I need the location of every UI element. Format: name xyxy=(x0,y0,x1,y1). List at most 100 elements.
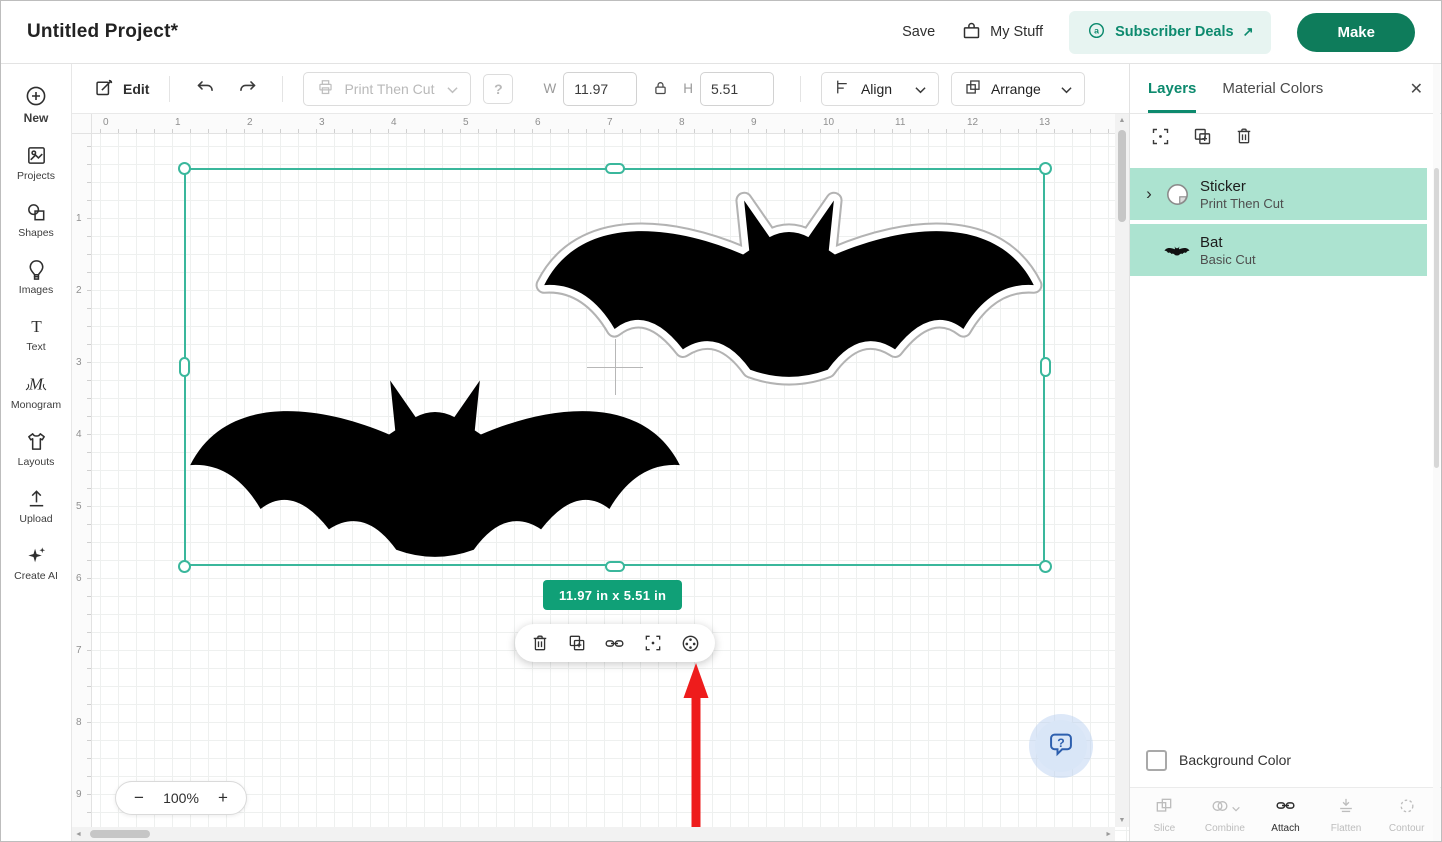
background-color-checkbox[interactable] xyxy=(1146,750,1167,771)
resize-handle-left-mid[interactable] xyxy=(179,357,190,377)
resize-handle-top-left[interactable] xyxy=(178,162,191,175)
zoom-out-button[interactable]: − xyxy=(130,788,148,808)
contour-icon xyxy=(1397,796,1417,821)
sidebar-item-shapes[interactable]: Shapes xyxy=(3,191,69,248)
ruler-number: 6 xyxy=(535,117,541,128)
action-label: Flatten xyxy=(1331,823,1362,834)
sidebar-item-create-ai[interactable]: Create AI xyxy=(3,534,69,591)
sidebar-item-label: Images xyxy=(19,284,53,296)
layer-name: Bat xyxy=(1200,234,1256,251)
zoom-in-button[interactable]: + xyxy=(214,788,232,808)
resize-handle-top-right[interactable] xyxy=(1039,162,1052,175)
linetype-dropdown[interactable]: Print Then Cut xyxy=(303,72,471,106)
resize-handle-bottom-left[interactable] xyxy=(178,560,191,573)
layer-actions-bar: Slice Combine Attach Flatten xyxy=(1130,787,1441,841)
linetype-help-button[interactable]: ? xyxy=(483,74,513,104)
expand-chevron-icon[interactable]: › xyxy=(1138,184,1160,204)
vertical-ruler: 1 2 3 4 5 6 7 8 9 xyxy=(72,134,92,841)
ruler-number: 8 xyxy=(76,717,82,728)
divider xyxy=(800,76,801,102)
scroll-up-arrow[interactable]: ▲ xyxy=(1119,117,1126,124)
undo-button[interactable] xyxy=(190,74,220,104)
horizontal-ruler: 0 1 2 3 4 5 6 7 8 9 10 11 12 13 xyxy=(92,114,1129,134)
lock-aspect-icon[interactable] xyxy=(649,74,671,104)
design-canvas[interactable]: 0 1 2 3 4 5 6 7 8 9 10 11 12 13 1 xyxy=(72,114,1129,841)
contour-button[interactable]: Contour xyxy=(1380,796,1434,834)
app-window: Untitled Project* Save My Stuff a Subscr… xyxy=(0,0,1442,842)
help-bubble-icon: ? xyxy=(1047,730,1075,763)
help-button[interactable]: ? xyxy=(1035,720,1087,772)
sidebar-item-text[interactable]: T Text xyxy=(3,305,69,362)
subscriber-deals-button[interactable]: a Subscriber Deals ↗ xyxy=(1069,11,1271,54)
svg-text:?: ? xyxy=(1057,736,1064,750)
attach-button[interactable]: Attach xyxy=(1258,795,1312,834)
sidebar-item-monogram[interactable]: M Monogram xyxy=(3,362,69,420)
edit-button[interactable]: Edit xyxy=(94,77,149,101)
sidebar-item-new[interactable]: New xyxy=(3,74,69,134)
panel-scrollbar[interactable] xyxy=(1433,64,1440,841)
my-stuff-button[interactable]: My Stuff xyxy=(961,20,1043,45)
scroll-down-arrow[interactable]: ▼ xyxy=(1119,817,1126,824)
layer-type: Basic Cut xyxy=(1200,252,1256,267)
resize-handle-top-mid[interactable] xyxy=(605,163,625,174)
arrange-dropdown[interactable]: Arrange xyxy=(951,72,1085,106)
tab-layers[interactable]: Layers xyxy=(1148,64,1196,113)
resize-handle-bottom-right[interactable] xyxy=(1039,560,1052,573)
delete-button[interactable] xyxy=(525,628,555,658)
sidebar-item-upload[interactable]: Upload xyxy=(3,477,69,534)
project-title[interactable]: Untitled Project* xyxy=(27,21,178,43)
tab-material-colors[interactable]: Material Colors xyxy=(1222,64,1323,113)
divider xyxy=(169,76,170,102)
select-all-button[interactable] xyxy=(638,628,668,658)
background-color-row: Background Color xyxy=(1130,743,1441,777)
layer-row-bat[interactable]: Bat Basic Cut xyxy=(1130,224,1427,276)
top-bar: Untitled Project* Save My Stuff a Subscr… xyxy=(1,1,1441,64)
align-dropdown[interactable]: Align xyxy=(821,72,939,106)
layers-panel: Layers Material Colors ✕ › xyxy=(1129,64,1441,841)
height-input[interactable] xyxy=(700,72,774,106)
close-icon[interactable]: ✕ xyxy=(1410,64,1423,113)
background-color-label: Background Color xyxy=(1179,752,1291,768)
slice-button[interactable]: Slice xyxy=(1137,796,1191,834)
combine-button[interactable]: Combine xyxy=(1198,796,1252,834)
duplicate-button[interactable] xyxy=(562,628,592,658)
scroll-right-arrow[interactable]: ► xyxy=(1105,831,1112,838)
width-input[interactable] xyxy=(563,72,637,106)
scroll-left-arrow[interactable]: ◄ xyxy=(75,831,82,838)
sidebar-item-projects[interactable]: Projects xyxy=(3,134,69,191)
redo-button[interactable] xyxy=(232,74,262,104)
layer-list: › Sticker Print Then Cut Bat xyxy=(1130,168,1441,280)
save-button[interactable]: Save xyxy=(902,24,935,40)
ruler-number: 4 xyxy=(76,429,82,440)
ruler-number: 8 xyxy=(679,117,685,128)
layer-row-sticker[interactable]: › Sticker Print Then Cut xyxy=(1130,168,1427,220)
resize-handle-right-mid[interactable] xyxy=(1040,357,1051,377)
zoom-level[interactable]: 100% xyxy=(163,790,199,806)
horizontal-scrollbar[interactable]: ◄ ► xyxy=(72,827,1115,841)
layer-name: Sticker xyxy=(1200,178,1284,195)
arrange-icon xyxy=(964,78,982,99)
vertical-scrollbar[interactable]: ▲ ▼ xyxy=(1115,114,1129,827)
ruler-number: 6 xyxy=(76,573,82,584)
attach-link-button[interactable] xyxy=(600,628,630,658)
ruler-number: 2 xyxy=(76,285,82,296)
chevron-down-icon xyxy=(915,81,926,97)
vertical-scroll-thumb[interactable] xyxy=(1118,130,1126,222)
ruler-number: 9 xyxy=(76,789,82,800)
select-all-layers-button[interactable] xyxy=(1148,124,1172,148)
sidebar-item-images[interactable]: Images xyxy=(3,248,69,305)
bat-basic-shape[interactable] xyxy=(180,346,690,574)
edit-label: Edit xyxy=(123,81,149,97)
delete-layer-button[interactable] xyxy=(1232,124,1256,148)
chevron-down-icon xyxy=(447,81,458,97)
make-button[interactable]: Make xyxy=(1297,13,1415,52)
ruler-number: 10 xyxy=(823,117,834,128)
layer-tools-row xyxy=(1130,114,1441,158)
panel-scroll-thumb[interactable] xyxy=(1434,168,1439,468)
horizontal-scroll-thumb[interactable] xyxy=(90,830,150,838)
sidebar-item-layouts[interactable]: Layouts xyxy=(3,420,69,477)
resize-handle-bottom-mid[interactable] xyxy=(605,561,625,572)
duplicate-layer-button[interactable] xyxy=(1190,124,1214,148)
color-sync-palette-button[interactable] xyxy=(675,628,705,658)
flatten-button[interactable]: Flatten xyxy=(1319,796,1373,834)
